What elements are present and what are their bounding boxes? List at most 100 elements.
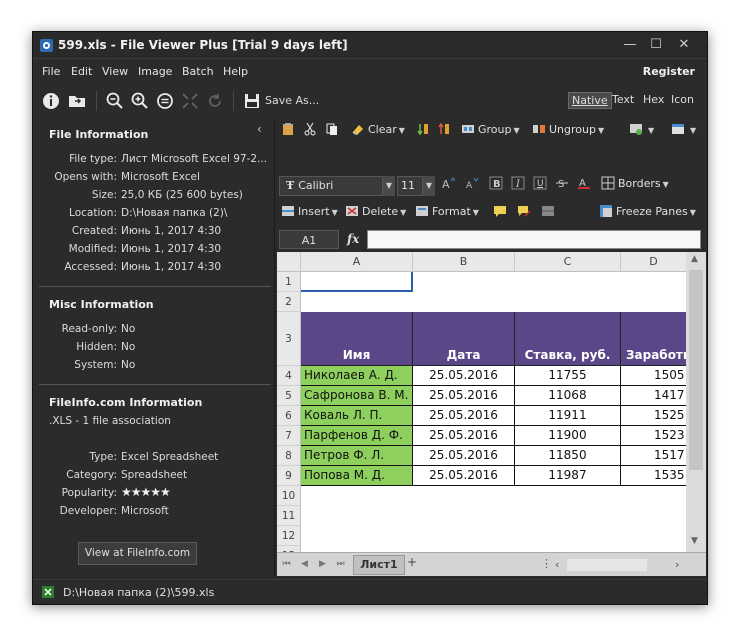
first-sheet-icon[interactable]: ⏮ — [279, 557, 294, 572]
data-cell-date[interactable]: 25.05.2016 — [413, 466, 515, 486]
function-icon[interactable]: fx — [347, 232, 359, 246]
view-tab-hex[interactable]: Hex — [640, 92, 667, 107]
borders-button[interactable]: Borders ▼ — [601, 176, 669, 190]
data-cell-rate[interactable]: 11755 — [515, 366, 621, 386]
row-header[interactable]: 7 — [277, 426, 301, 446]
minimize-button[interactable]: — — [617, 35, 643, 54]
header-cell-date[interactable]: Дата — [413, 312, 515, 366]
data-cell-name[interactable]: Парфенов Д. Ф. — [301, 426, 413, 446]
menu-edit[interactable]: Edit — [71, 65, 92, 78]
data-cell-name[interactable]: Николаев А. Д. — [301, 366, 413, 386]
delete-button[interactable]: Delete ▼ — [345, 204, 406, 218]
formula-input[interactable] — [367, 230, 701, 249]
menu-image[interactable]: Image — [138, 65, 172, 78]
actual-size-icon[interactable] — [155, 91, 175, 111]
info-icon[interactable] — [41, 91, 61, 111]
data-cell-salary[interactable]: 1535 — [621, 466, 691, 486]
view-tab-native[interactable]: Native — [568, 92, 612, 109]
bold-icon[interactable]: B — [489, 176, 506, 190]
data-cell-rate[interactable]: 11911 — [515, 406, 621, 426]
menu-batch[interactable]: Batch — [182, 65, 214, 78]
sort-descending-icon[interactable] — [437, 122, 454, 136]
save-icon[interactable] — [242, 91, 262, 111]
collapse-panel-icon[interactable]: ‹ — [257, 122, 262, 136]
font-size-dropdown-icon[interactable]: ▼ — [423, 176, 435, 196]
data-cell-date[interactable]: 25.05.2016 — [413, 366, 515, 386]
save-as-button[interactable]: Save As... — [265, 94, 319, 107]
view-tab-icon[interactable]: Icon — [668, 92, 697, 107]
font-family-dropdown-icon[interactable]: ▼ — [383, 176, 395, 196]
cut-icon[interactable] — [303, 122, 320, 136]
data-cell-date[interactable]: 25.05.2016 — [413, 426, 515, 446]
horizontal-scroll-thumb[interactable] — [567, 559, 647, 571]
data-cell-name[interactable]: Сафронова В. М. — [301, 386, 413, 406]
prev-sheet-icon[interactable]: ◀ — [297, 557, 312, 572]
zoom-in-icon[interactable] — [130, 91, 150, 111]
data-cell-salary[interactable]: 1523 — [621, 426, 691, 446]
row-header[interactable]: 2 — [277, 292, 301, 312]
fit-screen-icon[interactable] — [180, 91, 200, 111]
group-button[interactable]: Group ▼ — [461, 122, 520, 136]
sort-ascending-icon[interactable] — [416, 122, 433, 136]
header-cell-rate[interactable]: Ставка, руб. — [515, 312, 621, 366]
font-color-icon[interactable]: A — [577, 176, 594, 190]
font-size-select[interactable]: 11 — [397, 176, 423, 196]
data-cell-rate[interactable]: 11900 — [515, 426, 621, 446]
insert-button[interactable]: Insert ▼ — [281, 204, 338, 218]
view-at-fileinfo-button[interactable]: View at FileInfo.com — [78, 542, 197, 565]
data-cell-date[interactable]: 25.05.2016 — [413, 446, 515, 466]
last-sheet-icon[interactable]: ⏭ — [333, 557, 348, 572]
hide-rows-icon[interactable] — [541, 204, 558, 218]
header-cell-name[interactable]: Имя — [301, 312, 413, 366]
scroll-down-icon[interactable]: ▼ — [691, 536, 698, 546]
strikethrough-icon[interactable]: S — [555, 176, 572, 190]
cell-reference-box[interactable]: A1 — [279, 230, 339, 249]
rotate-icon[interactable] — [205, 91, 225, 111]
zoom-out-icon[interactable] — [105, 91, 125, 111]
column-header-d[interactable]: D — [621, 252, 687, 272]
data-cell-name[interactable]: Петров Ф. Л. — [301, 446, 413, 466]
copy-icon[interactable] — [325, 122, 342, 136]
sheet-tab[interactable]: Лист1 — [353, 555, 405, 575]
paste-icon[interactable] — [281, 122, 298, 136]
open-folder-icon[interactable] — [67, 91, 87, 111]
data-cell-name[interactable]: Коваль Л. П. — [301, 406, 413, 426]
row-header[interactable]: 8 — [277, 446, 301, 466]
data-cell-name[interactable]: Попова М. Д. — [301, 466, 413, 486]
view-tab-text[interactable]: Text — [609, 92, 637, 107]
close-button[interactable]: ✕ — [671, 35, 697, 54]
scroll-up-icon[interactable]: ▲ — [691, 254, 698, 264]
vertical-scroll-thumb[interactable] — [689, 270, 703, 470]
edit-comment-icon[interactable] — [517, 204, 534, 218]
column-header-c[interactable]: C — [515, 252, 621, 272]
maximize-button[interactable]: ☐ — [643, 35, 669, 54]
register-link[interactable]: Register — [643, 65, 695, 78]
row-header[interactable]: 12 — [277, 526, 301, 546]
menu-help[interactable]: Help — [223, 65, 248, 78]
menu-file[interactable]: File — [42, 65, 60, 78]
select-all-corner[interactable] — [277, 252, 301, 272]
cell-style-icon[interactable]: ▼ — [629, 122, 654, 136]
scroll-right-icon[interactable]: › — [675, 558, 679, 571]
data-cell-date[interactable]: 25.05.2016 — [413, 386, 515, 406]
font-grow-icon[interactable]: A — [441, 176, 458, 190]
vertical-scrollbar[interactable]: ▲ ▼ — [686, 252, 706, 552]
spreadsheet-grid[interactable]: A B C D 1 2 3 4 5 6 7 8 9 10 11 12 13 Им… — [277, 252, 706, 552]
data-cell-salary[interactable]: 1417 — [621, 386, 691, 406]
next-sheet-icon[interactable]: ▶ — [315, 557, 330, 572]
data-cell-salary[interactable]: 1505 — [621, 366, 691, 386]
column-header-a[interactable]: A — [301, 252, 413, 272]
data-cell-salary[interactable]: 1525 — [621, 406, 691, 426]
row-header[interactable]: 3 — [277, 312, 301, 366]
row-header[interactable]: 6 — [277, 406, 301, 426]
underline-icon[interactable]: U — [533, 176, 550, 190]
menu-view[interactable]: View — [102, 65, 128, 78]
ungroup-button[interactable]: Ungroup ▼ — [532, 122, 604, 136]
row-header[interactable]: 9 — [277, 466, 301, 486]
scroll-left-icon[interactable]: ‹ — [555, 558, 559, 571]
font-shrink-icon[interactable]: A — [465, 176, 482, 190]
clear-button[interactable]: Clear ▼ — [351, 122, 405, 136]
table-style-icon[interactable]: ▼ — [671, 122, 696, 136]
column-header-b[interactable]: B — [413, 252, 515, 272]
data-cell-salary[interactable]: 1517 — [621, 446, 691, 466]
